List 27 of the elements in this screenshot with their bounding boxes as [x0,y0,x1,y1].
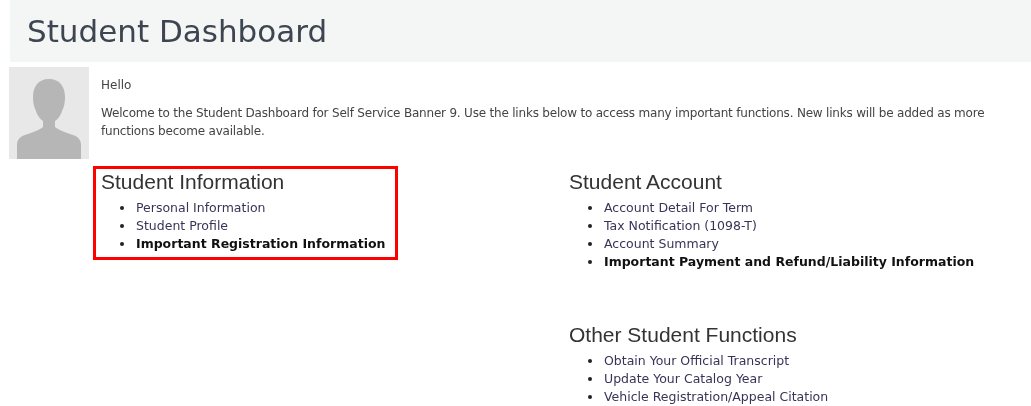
bullet-icon [120,206,124,210]
bullet-icon [588,359,592,363]
dashboard-link[interactable]: Student Profile [136,216,229,236]
dashboard-link[interactable]: Important Registration Information [136,234,386,254]
bullet-icon [588,260,592,264]
avatar-icon [9,67,89,159]
welcome-text: Welcome to the Student Dashboard for Self Service Banner 9. Use the links below to access many important functions. New links will be added as more functions become available. [101,105,986,140]
bullet-icon [120,224,124,228]
dashboard-link[interactable]: Update Your Catalog Year [604,369,763,389]
section-heading: Student Information [101,169,286,195]
dashboard-link[interactable]: Account Detail For Term [604,198,754,218]
dashboard-link[interactable]: Tax Notification (1098-T) [604,216,757,236]
bullet-icon [588,224,592,228]
section-heading: Student Account [569,169,723,195]
section-heading: Other Student Functions [569,322,798,348]
greeting: Hello [101,77,133,93]
bullet-icon [588,242,592,246]
bullet-icon [588,377,592,381]
dashboard-link[interactable]: Obtain Your Official Transcript [604,351,790,371]
dashboard-link[interactable]: Account Summary [604,234,719,254]
dashboard-link[interactable]: Vehicle Registration/Appeal Citation [604,387,829,406]
bullet-icon [120,242,124,246]
bullet-icon [588,206,592,210]
bullet-icon [588,395,592,399]
dashboard-link[interactable]: Important Payment and Refund/Liability Information [604,252,975,272]
page-title: Student Dashboard [27,15,328,47]
dashboard-link[interactable]: Personal Information [136,198,266,218]
